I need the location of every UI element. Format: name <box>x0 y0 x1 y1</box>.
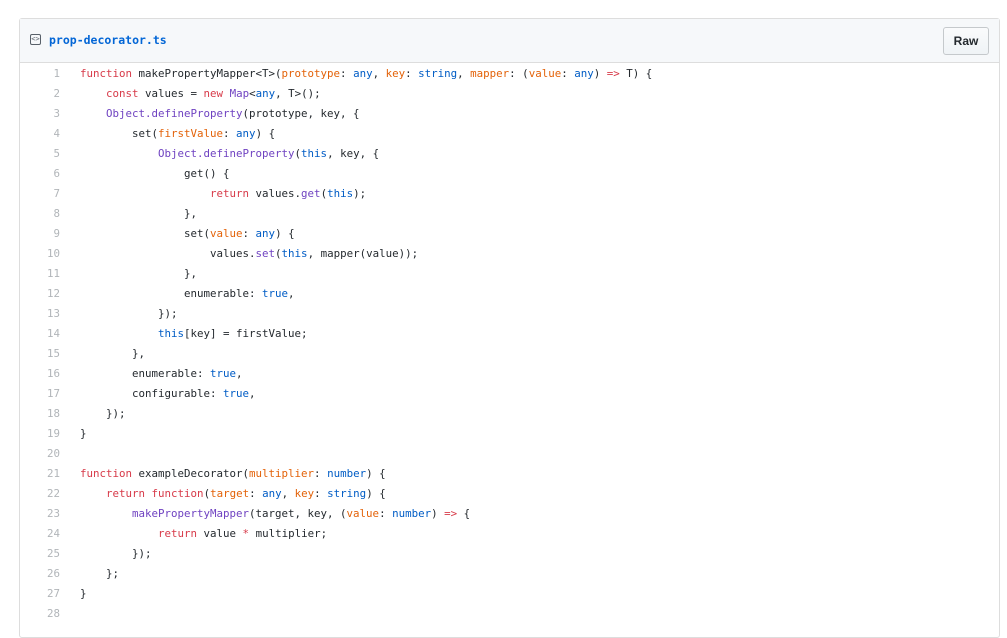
line-code: set(value: any) { <box>80 227 295 240</box>
line-code: return values.get(this); <box>210 187 367 200</box>
line-number[interactable]: 21 <box>20 464 60 484</box>
line-number[interactable]: 26 <box>20 564 60 584</box>
code-line: 13 }); <box>20 304 999 324</box>
code-line: 16 enumerable: true, <box>20 364 999 384</box>
code-line: 5 Object.defineProperty(this, key, { <box>20 144 999 164</box>
line-number[interactable]: 2 <box>20 84 60 104</box>
line-number[interactable]: 23 <box>20 504 60 524</box>
line-code: values.set(this, mapper(value)); <box>80 247 419 260</box>
code-line: 7 return values.get(this); <box>20 184 999 204</box>
code-line: 18 }); <box>20 404 999 424</box>
line-code: enumerable: true, <box>80 287 295 300</box>
line-code: } <box>80 427 87 440</box>
line-number[interactable]: 25 <box>20 544 60 564</box>
line-code: }; <box>80 567 120 580</box>
line-number[interactable]: 9 <box>20 224 60 244</box>
code-line: 2 const values = new Map<any, T>(); <box>20 84 999 104</box>
line-code: }); <box>80 307 178 320</box>
code-line: 17 configurable: true, <box>20 384 999 404</box>
line-number[interactable]: 17 <box>20 384 60 404</box>
line-code: }, <box>80 207 198 220</box>
code-line: 19} <box>20 424 999 444</box>
code-line: 14 this[key] = firstValue; <box>20 324 999 344</box>
line-code: }, <box>80 267 198 280</box>
line-code: }); <box>80 407 126 420</box>
code-file-icon: <> <box>30 34 41 45</box>
code-line: 11 }, <box>20 264 999 284</box>
code-line: 23 makePropertyMapper(target, key, (valu… <box>20 504 999 524</box>
line-code: get() { <box>80 167 230 180</box>
code-line: 26 }; <box>20 564 999 584</box>
line-code: set(firstValue: any) { <box>80 127 276 140</box>
line-number[interactable]: 3 <box>20 104 60 124</box>
line-number[interactable]: 22 <box>20 484 60 504</box>
code-line: 8 }, <box>20 204 999 224</box>
code-file-box: <> prop-decorator.ts Raw 1 function makeP… <box>19 18 1000 638</box>
line-number[interactable]: 1 <box>20 64 60 84</box>
line-number[interactable]: 4 <box>20 124 60 144</box>
line-code: }); <box>80 547 152 560</box>
line-number[interactable]: 12 <box>20 284 60 304</box>
line-number[interactable]: 8 <box>20 204 60 224</box>
code-line: 21 function exampleDecorator(multiplier: … <box>20 464 999 484</box>
line-code: configurable: true, <box>80 387 256 400</box>
code-line: 4 set(firstValue: any) { <box>20 124 999 144</box>
code-line: 6 get() { <box>20 164 999 184</box>
file-header: <> prop-decorator.ts Raw <box>20 19 999 63</box>
line-code: enumerable: true, <box>80 367 243 380</box>
line-number[interactable]: 19 <box>20 424 60 444</box>
line-code: makePropertyMapper(target, key, (value: … <box>132 507 471 520</box>
line-code: Object.defineProperty(this, key, { <box>158 147 380 160</box>
code-line: 15 }, <box>20 344 999 364</box>
line-code: function makePropertyMapper<T>(prototype… <box>80 67 653 80</box>
code-line: 12 enumerable: true, <box>20 284 999 304</box>
line-code: Object.defineProperty(prototype, key, { <box>106 107 360 120</box>
file-name-link[interactable]: prop-decorator.ts <box>49 33 167 47</box>
code-line: 22 return function(target: any, key: str… <box>20 484 999 504</box>
code-line: 24 return value * multiplier; <box>20 524 999 544</box>
line-code: const values = new Map<any, T>(); <box>106 87 321 100</box>
line-number[interactable]: 6 <box>20 164 60 184</box>
line-code: }, <box>80 347 146 360</box>
line-code: return value * multiplier; <box>158 527 328 540</box>
code-line: 1 function makePropertyMapper<T>(prototyp… <box>20 64 999 84</box>
line-code: function exampleDecorator(multiplier: nu… <box>80 467 386 480</box>
line-number[interactable]: 20 <box>20 444 60 464</box>
line-code: } <box>80 587 87 600</box>
line-number[interactable]: 24 <box>20 524 60 544</box>
line-number[interactable]: 18 <box>20 404 60 424</box>
line-code: return function(target: any, key: string… <box>106 487 386 500</box>
line-number[interactable]: 11 <box>20 264 60 284</box>
line-code: this[key] = firstValue; <box>158 327 308 340</box>
line-number[interactable]: 10 <box>20 244 60 264</box>
line-number[interactable]: 13 <box>20 304 60 324</box>
line-number[interactable]: 28 <box>20 604 60 624</box>
line-number[interactable]: 14 <box>20 324 60 344</box>
code-line: 10 values.set(this, mapper(value)); <box>20 244 999 264</box>
code-listing: 1 function makePropertyMapper<T>(prototyp… <box>20 64 999 624</box>
line-number[interactable]: 7 <box>20 184 60 204</box>
code-line: 3 Object.defineProperty(prototype, key, … <box>20 104 999 124</box>
code-line: 27} <box>20 584 999 604</box>
code-line: 20 <box>20 444 999 464</box>
code-line: 9 set(value: any) { <box>20 224 999 244</box>
line-number[interactable]: 27 <box>20 584 60 604</box>
line-number[interactable]: 16 <box>20 364 60 384</box>
line-number[interactable]: 15 <box>20 344 60 364</box>
raw-button[interactable]: Raw <box>943 27 989 55</box>
line-number[interactable]: 5 <box>20 144 60 164</box>
code-line: 25 }); <box>20 544 999 564</box>
code-line: 28 <box>20 604 999 624</box>
